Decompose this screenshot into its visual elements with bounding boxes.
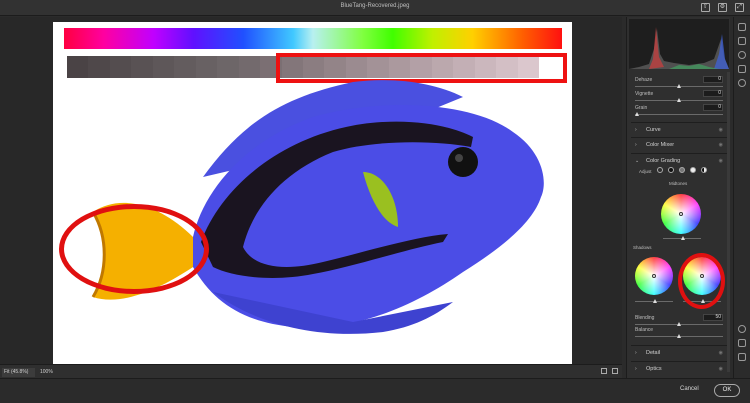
snapshots-icon[interactable]	[738, 79, 746, 87]
vignette-slider[interactable]: Vignette 0	[635, 90, 725, 105]
eye-icon[interactable]: ◉	[719, 350, 723, 356]
panel-scrollbar[interactable]	[727, 72, 730, 372]
blending-value[interactable]: 50	[703, 314, 723, 321]
midtones-luminance-slider[interactable]	[663, 229, 703, 243]
dehaze-value[interactable]: 0	[703, 76, 723, 83]
section-optics-label: Optics	[646, 366, 662, 372]
before-after-icon[interactable]	[612, 368, 618, 374]
vignette-label: Vignette	[635, 91, 654, 97]
eye-icon[interactable]: ◉	[719, 127, 723, 133]
ok-button[interactable]: OK	[714, 384, 740, 397]
right-toolbar	[733, 17, 750, 378]
midtones-color-wheel[interactable]	[661, 194, 701, 234]
shadows-color-wheel[interactable]	[635, 257, 673, 295]
midtones-label: Midtones	[669, 181, 688, 186]
grain-label: Grain	[635, 105, 648, 111]
section-color-mixer-label: Color Mixer	[646, 142, 675, 148]
share-icon[interactable]: ⇧	[701, 3, 710, 12]
bottom-bar: Cancel OK	[0, 378, 750, 403]
section-color-grading-label: Color Grading	[646, 158, 681, 164]
adjustments-panel: Dehaze 0 Vignette 0 Grain 0 › Curve ◉ › …	[626, 17, 730, 378]
shadows-luminance-slider[interactable]	[635, 292, 675, 306]
annotation-ellipse-highlights	[678, 253, 725, 309]
section-detail[interactable]: › Detail ◉	[631, 345, 727, 359]
midtones-icon[interactable]	[679, 167, 685, 173]
balance-slider[interactable]: Balance	[635, 327, 725, 341]
zoom-icon[interactable]	[738, 325, 746, 333]
gear-icon[interactable]: ⚙	[718, 3, 727, 12]
eye-icon[interactable]: ◉	[719, 366, 723, 372]
blending-label: Blending	[635, 315, 655, 321]
chevron-right-icon: ›	[635, 127, 637, 133]
shadows-label: Shadows	[633, 245, 652, 250]
grain-value[interactable]: 0	[703, 104, 723, 111]
sampler-icon[interactable]	[738, 353, 746, 361]
brush-icon[interactable]	[738, 37, 746, 45]
chevron-down-icon: ⌄	[635, 158, 640, 164]
annotation-ellipse-tail	[59, 204, 209, 294]
window-title: BlueTang-Recovered.jpeg	[340, 3, 410, 9]
section-color-grading[interactable]: ⌄ Color Grading ◉	[631, 153, 727, 167]
highlights-icon[interactable]	[690, 167, 696, 173]
shadows-icon[interactable]	[668, 167, 674, 173]
edit-icon[interactable]	[738, 23, 746, 31]
eye-icon[interactable]: ◉	[719, 158, 723, 164]
image-canvas	[53, 22, 572, 375]
presets-icon[interactable]	[738, 65, 746, 73]
section-optics[interactable]: › Optics ◉	[631, 361, 727, 375]
canvas-area	[0, 17, 622, 375]
section-curve-label: Curve	[646, 127, 661, 133]
histogram	[629, 19, 729, 69]
grain-slider[interactable]: Grain 0	[635, 104, 725, 119]
adjust-label: Adjust	[639, 169, 652, 174]
fit-zoom-dropdown[interactable]: Fit (45.8%)	[2, 368, 35, 377]
chevron-right-icon: ›	[635, 142, 637, 148]
dehaze-label: Dehaze	[635, 77, 653, 83]
chevron-right-icon: ›	[635, 350, 637, 356]
balance-label: Balance	[635, 327, 654, 333]
expand-icon[interactable]: ⤢	[735, 3, 744, 12]
status-bar: Fit (45.8%) 100%	[0, 364, 622, 378]
hand-icon[interactable]	[738, 339, 746, 347]
redeye-icon[interactable]	[738, 51, 746, 59]
three-way-icon[interactable]	[657, 167, 663, 173]
cancel-button[interactable]: Cancel	[680, 386, 699, 392]
section-curve[interactable]: › Curve ◉	[631, 122, 727, 136]
eye-icon[interactable]: ◉	[719, 142, 723, 148]
compare-view-icon[interactable]	[601, 368, 607, 374]
section-color-mixer[interactable]: › Color Mixer ◉	[631, 137, 727, 151]
title-bar: BlueTang-Recovered.jpeg ⇧ ⚙ ⤢	[0, 0, 750, 16]
section-detail-label: Detail	[646, 350, 661, 356]
dehaze-slider[interactable]: Dehaze 0	[635, 76, 725, 91]
vignette-value[interactable]: 0	[703, 90, 723, 97]
zoom-100-button[interactable]: 100%	[40, 368, 53, 377]
blue-tang-fish-image	[91, 80, 544, 334]
chevron-right-icon: ›	[635, 366, 637, 372]
global-icon[interactable]	[701, 167, 707, 173]
